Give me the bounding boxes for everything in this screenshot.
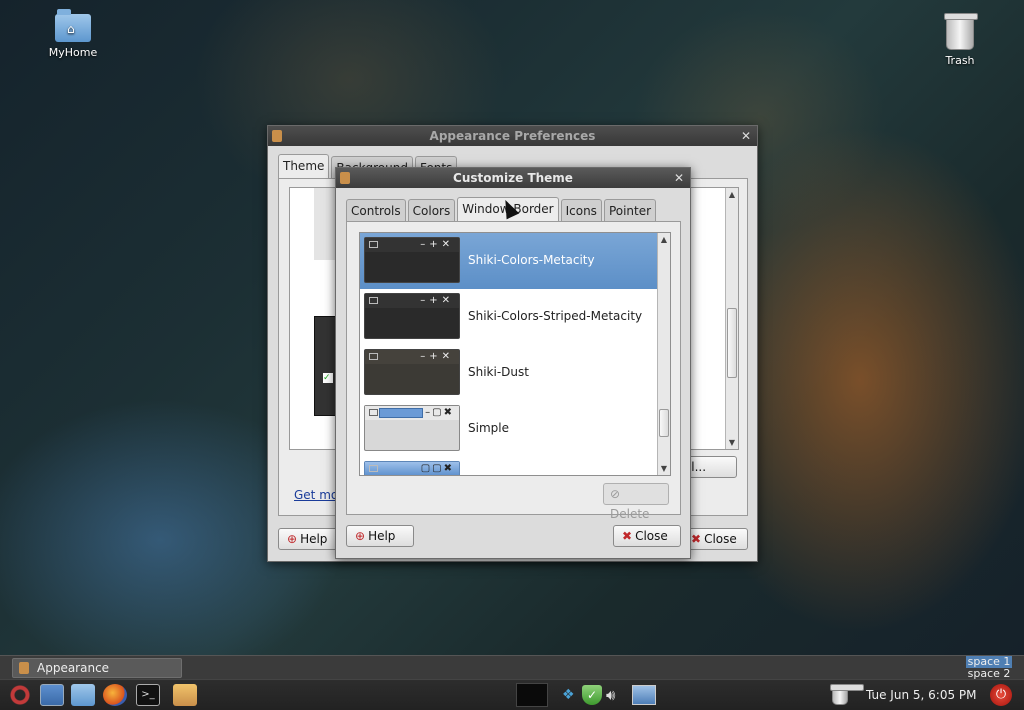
- customize-app-icon: [340, 172, 350, 184]
- trash-icon: [944, 13, 978, 50]
- help-icon: ⊕: [287, 532, 298, 546]
- delete-button[interactable]: ⊘ Delete: [603, 483, 669, 521]
- appearance-close-button[interactable]: ✖ Close: [686, 528, 748, 550]
- desktop-icon-trash[interactable]: Trash: [920, 10, 1000, 67]
- help-label: Help: [300, 532, 328, 546]
- theme-row-partial[interactable]: ▢▢✖: [360, 457, 657, 475]
- terminal-icon[interactable]: >_: [136, 684, 160, 706]
- desktop-icon-label: Trash: [945, 54, 975, 67]
- theme-name: Shiki-Colors-Striped-Metacity: [468, 309, 643, 323]
- appearance-app-icon: [272, 130, 282, 142]
- close-icon[interactable]: ✕: [674, 168, 684, 188]
- theme-row-shiki-dust[interactable]: –+✕ Shiki-Dust: [360, 345, 657, 401]
- theme-row-shiki-colors-striped-metacity[interactable]: –+✕ Shiki-Colors-Striped-Metacity: [360, 289, 657, 345]
- scroll-up-icon[interactable]: ▲: [726, 190, 738, 199]
- desktop-icon-myhome[interactable]: ⌂ MyHome: [33, 9, 113, 59]
- theme-thumbnail: –+✕: [364, 237, 460, 283]
- update-shield-icon[interactable]: ✓: [582, 685, 602, 705]
- firefox-icon[interactable]: [103, 684, 127, 706]
- close-x-icon: ✖: [622, 529, 633, 543]
- scroll-down-icon[interactable]: ▼: [726, 438, 738, 447]
- system-monitor-icon[interactable]: [516, 683, 548, 707]
- tab-colors[interactable]: Colors: [407, 199, 456, 221]
- theme-row-shiki-colors-metacity[interactable]: –+✕ Shiki-Colors-Metacity: [360, 233, 657, 289]
- delete-icon: ⊘: [610, 487, 621, 501]
- archive-manager-icon[interactable]: [173, 684, 197, 706]
- close-x-icon: ✖: [691, 532, 702, 546]
- theme-name: Simple: [468, 421, 509, 435]
- tab-pointer[interactable]: Pointer: [603, 199, 657, 221]
- window-border-list: –+✕ Shiki-Colors-Metacity –+✕ Shiki-Colo…: [359, 232, 671, 476]
- main-menu-icon[interactable]: [8, 684, 32, 706]
- theme-row-simple[interactable]: –▢✖ Simple: [360, 401, 657, 457]
- customize-titlebar[interactable]: Customize Theme ✕: [336, 168, 690, 188]
- tab-controls[interactable]: Controls: [346, 199, 406, 221]
- window-title: Appearance Preferences: [429, 129, 596, 143]
- delete-label: Delete: [610, 507, 650, 521]
- check-icon: ✓: [323, 373, 333, 383]
- customize-theme-dialog: Customize Theme ✕ Controls Colors Window…: [335, 167, 691, 559]
- window-border-scrollbar[interactable]: ▲ ▼: [657, 233, 670, 475]
- theme-thumbnail: ▢▢✖: [364, 461, 460, 475]
- show-desktop-icon[interactable]: [40, 684, 64, 706]
- tab-icons[interactable]: Icons: [560, 199, 602, 221]
- taskbar-window-button[interactable]: Appearance Preferences: [12, 658, 182, 693]
- volume-icon[interactable]: 🔊︎: [606, 685, 626, 705]
- customize-help-button[interactable]: ⊕ Help: [346, 525, 414, 547]
- theme-thumbnail: –+✕: [364, 349, 460, 395]
- theme-thumbnail: –+✕: [364, 293, 460, 339]
- home-folder-icon: ⌂: [55, 9, 91, 42]
- bottom-panel: >_ ❖ ✓ 🔊︎ Tue Jun 5, 6:05 PM ⏻: [0, 679, 1024, 710]
- theme-name: Shiki-Colors-Metacity: [468, 253, 595, 267]
- window-border-panel: –+✕ Shiki-Colors-Metacity –+✕ Shiki-Colo…: [346, 221, 681, 521]
- theme-list-scrollbar[interactable]: ▲ ▼: [725, 188, 738, 449]
- trash-applet-icon[interactable]: [830, 684, 864, 705]
- home-folder-icon[interactable]: [71, 684, 95, 706]
- window-list-panel: Appearance Preferences space 1 space 2: [0, 655, 1024, 693]
- appearance-titlebar[interactable]: Appearance Preferences ✕: [268, 126, 757, 146]
- close-icon[interactable]: ✕: [741, 126, 751, 146]
- scroll-thumb[interactable]: [727, 308, 737, 378]
- close-label: Close: [704, 532, 737, 546]
- theme-name: Shiki-Dust: [468, 365, 529, 379]
- tab-theme[interactable]: Theme: [278, 154, 330, 178]
- help-label: Help: [368, 529, 396, 543]
- desktop-icon-label: MyHome: [48, 46, 98, 59]
- customize-close-button[interactable]: ✖ Close: [613, 525, 681, 547]
- get-more-themes-link[interactable]: Get mo: [294, 488, 338, 502]
- network-icon[interactable]: [632, 685, 656, 705]
- power-icon[interactable]: ⏻: [990, 684, 1012, 706]
- appearance-app-icon: [19, 662, 29, 674]
- close-label: Close: [635, 529, 668, 543]
- scroll-thumb[interactable]: [659, 409, 669, 437]
- dropbox-icon[interactable]: ❖: [562, 685, 582, 705]
- theme-thumbnail: –▢✖: [364, 405, 460, 451]
- help-icon: ⊕: [355, 529, 366, 543]
- clock[interactable]: Tue Jun 5, 6:05 PM: [866, 680, 977, 710]
- scroll-down-icon[interactable]: ▼: [658, 464, 670, 473]
- dialog-title: Customize Theme: [453, 171, 573, 185]
- scroll-up-icon[interactable]: ▲: [658, 235, 670, 244]
